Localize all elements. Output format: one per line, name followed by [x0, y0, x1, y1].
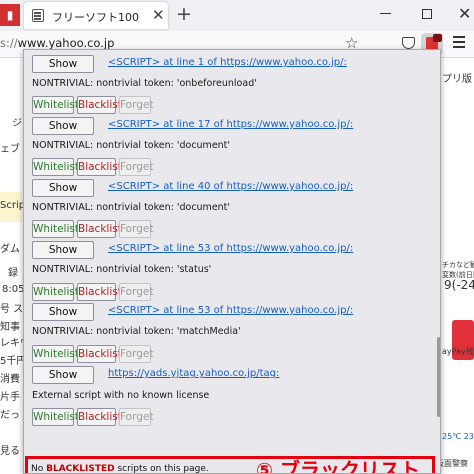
forget-button[interactable]: Forget: [119, 345, 153, 363]
bg-text: ダム: [0, 244, 20, 255]
script-link[interactable]: <SCRIPT> at line 40 of https://www.yahoo…: [108, 181, 353, 192]
address-bar[interactable]: s://www.yahoo.co.jp: [0, 36, 114, 50]
whitelist-button[interactable]: Whitelist: [32, 408, 79, 426]
bg-text: 録: [8, 268, 18, 279]
show-button[interactable]: Show: [32, 179, 94, 197]
maximize-icon[interactable]: [422, 9, 432, 19]
bg-text: だっ: [0, 410, 20, 421]
whitelist-button[interactable]: Whitelist: [32, 283, 79, 301]
hamburger-menu-icon[interactable]: [453, 36, 465, 38]
bg-text: ジ: [12, 118, 22, 129]
blacklist-button[interactable]: Blacklist: [77, 158, 122, 176]
tab-bar: ▮ フリーソフト100 ✕ + ✕: [0, 0, 474, 31]
script-link[interactable]: <SCRIPT> at line 53 of https://www.yahoo…: [108, 305, 353, 316]
token-text: NONTRIVIAL: nontrivial token: 'status': [32, 264, 212, 275]
bg-text: 25℃ 23℃: [442, 432, 474, 441]
bg-text: 見る: [0, 446, 20, 457]
blacklist-status: No BLACKLISTED scripts on this page.: [31, 464, 209, 474]
script-link[interactable]: <SCRIPT> at line 17 of https://www.yahoo…: [108, 119, 353, 130]
whitelist-button[interactable]: Whitelist: [32, 220, 79, 238]
url-scheme: s://: [0, 36, 18, 50]
forget-button[interactable]: Forget: [119, 408, 153, 426]
whitelist-button[interactable]: Whitelist: [32, 158, 79, 176]
bg-text: ayPay残高: [442, 347, 474, 356]
blacklist-button[interactable]: Blacklist: [77, 345, 122, 363]
noscript-popup: Show <SCRIPT> at line 1 of https://www.y…: [23, 49, 441, 474]
bg-text: 消費: [0, 374, 20, 385]
previous-tab-icon[interactable]: ▮: [0, 4, 20, 26]
annotation-callout: ⑤ ブラックリスト: [256, 458, 420, 474]
forget-button[interactable]: Forget: [119, 96, 153, 114]
popup-scrollbar[interactable]: [437, 52, 440, 432]
token-text: External script with no known license: [32, 390, 210, 401]
token-text: NONTRIVIAL: nontrivial token: 'onbeforeu…: [32, 78, 257, 89]
bg-text: 知事: [0, 322, 20, 333]
show-button[interactable]: Show: [32, 241, 94, 259]
forget-button[interactable]: Forget: [119, 283, 153, 301]
bg-text: プリ版: [442, 74, 472, 85]
blacklist-button[interactable]: Blacklist: [77, 220, 122, 238]
blacklist-button[interactable]: Blacklist: [77, 96, 122, 114]
scrollbar-thumb[interactable]: [437, 337, 440, 417]
script-link[interactable]: <SCRIPT> at line 1 of https://www.yahoo.…: [108, 57, 347, 68]
minimize-icon[interactable]: [380, 13, 391, 15]
whitelist-button[interactable]: Whitelist: [32, 345, 79, 363]
page-icon: [32, 9, 44, 22]
token-text: NONTRIVIAL: nontrivial token: 'document': [32, 140, 231, 151]
url-host: www.yahoo.co.jp: [17, 36, 115, 50]
forget-button[interactable]: Forget: [119, 220, 153, 238]
bg-text: 片手: [0, 392, 20, 403]
blacklist-button[interactable]: Blacklist: [77, 283, 122, 301]
bg-text: 8:05: [2, 284, 25, 295]
show-button[interactable]: Show: [32, 117, 94, 135]
whitelist-button[interactable]: Whitelist: [32, 96, 79, 114]
bg-text: Scrip: [0, 200, 26, 211]
new-tab-button[interactable]: +: [176, 3, 192, 25]
bg-text: 号 ス: [0, 304, 24, 315]
bg-text: 9(-24): [444, 278, 474, 292]
show-button[interactable]: Show: [32, 55, 94, 73]
show-button[interactable]: Show: [32, 366, 94, 384]
bg-text: チカなど観: [442, 261, 474, 269]
token-text: NONTRIVIAL: nontrivial token: 'document': [32, 202, 231, 213]
pocket-icon[interactable]: [402, 37, 415, 49]
footer-suffix: scripts on this page.: [114, 464, 209, 474]
footer-keyword: BLACKLISTED: [46, 464, 115, 474]
tab-active[interactable]: フリーソフト100 ✕: [24, 2, 168, 29]
tab-title: フリーソフト100: [52, 11, 139, 24]
extension-badge: [433, 34, 442, 42]
footer-prefix: No: [31, 464, 47, 474]
forget-button[interactable]: Forget: [119, 158, 153, 176]
tab-close-icon[interactable]: ✕: [152, 6, 165, 24]
blacklist-button[interactable]: Blacklist: [77, 408, 122, 426]
show-button[interactable]: Show: [32, 303, 94, 321]
bg-text: ェブ: [0, 144, 20, 155]
script-link[interactable]: <SCRIPT> at line 53 of https://www.yahoo…: [108, 243, 353, 254]
script-link[interactable]: https://yads.yjtag.yahoo.co.jp/tag:: [108, 368, 279, 379]
window-close-icon[interactable]: ✕: [458, 4, 471, 23]
token-text: NONTRIVIAL: nontrivial token: 'matchMedi…: [32, 326, 241, 337]
